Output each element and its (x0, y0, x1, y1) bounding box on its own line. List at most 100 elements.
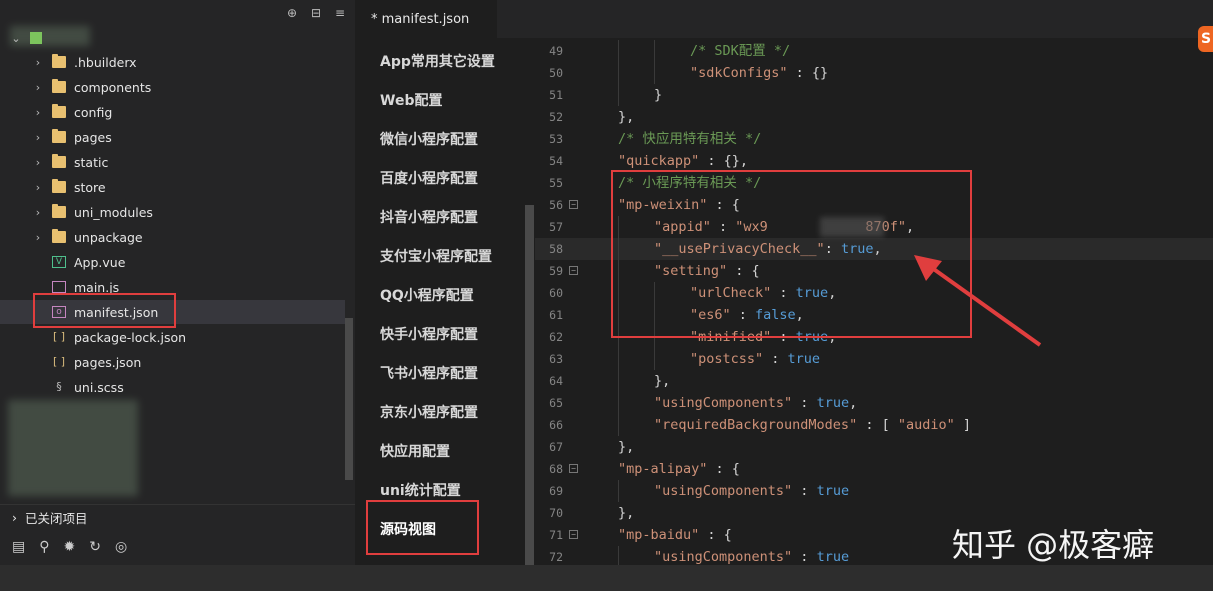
tree-item-label: store (74, 179, 106, 195)
tree-item-package-lock-json[interactable]: [ ] package-lock.json (0, 325, 186, 349)
fold-toggle-icon[interactable]: − (569, 200, 578, 209)
tree-item-components[interactable]: › components (0, 75, 151, 99)
nav-item-0[interactable]: App常用其它设置 (380, 51, 495, 71)
tree-item-label: config (74, 104, 113, 120)
code-text: /* SDK配置 */ (690, 43, 791, 59)
tree-item-label: static (74, 154, 109, 170)
folder-icon (52, 204, 66, 218)
code-text: }, (618, 505, 635, 521)
annotation-arrow (914, 255, 1042, 347)
nav-item-6[interactable]: QQ小程序配置 (380, 285, 474, 305)
folder-icon (52, 129, 66, 143)
line-number: 63 (549, 352, 563, 366)
explorer-scrollbar[interactable] (345, 318, 353, 480)
code-line: 65 "usingComponents" : true, (535, 392, 1213, 414)
line-number: 70 (549, 506, 563, 520)
search-icon[interactable]: ⚲ (39, 539, 49, 555)
tree-item-config[interactable]: › config (0, 100, 112, 124)
project-root[interactable]: ⌄ (0, 26, 50, 50)
code-text: }, (618, 439, 635, 455)
code-text: "quickapp" : {}, (618, 153, 749, 169)
code-line: 68− "mp-alipay" : { (535, 458, 1213, 480)
line-number: 59 (549, 264, 563, 278)
manifest-config-nav: App常用其它设置 Web配置微信小程序配置 百度小程序配置 抖音小程序配置 支付宝小程… (355, 38, 535, 565)
tab-manifest-json[interactable]: * manifest.json (355, 0, 497, 38)
code-line: 66 "requiredBackgroundModes" : [ "audio" … (535, 414, 1213, 436)
nav-item-7[interactable]: 快手小程序配置 (380, 324, 478, 344)
tree-item-app-vue[interactable]: V App.vue (0, 250, 125, 274)
nav-item-8[interactable]: 飞书小程序配置 (380, 363, 478, 383)
folder-icon (52, 229, 66, 243)
json-file-icon: [ ] (52, 355, 66, 368)
nav-item-9[interactable]: 京东小程序配置 (380, 402, 478, 422)
tree-item-static[interactable]: › static (0, 150, 108, 174)
tree-item-label: package-lock.json (74, 329, 187, 345)
chevron-right-icon: › (35, 155, 41, 169)
annotation-box-manifest (33, 293, 176, 328)
tree-item-uni-modules[interactable]: › uni_modules (0, 200, 153, 224)
nav-scrollbar[interactable] (525, 205, 534, 565)
locate-icon[interactable]: ⊕ (285, 6, 299, 20)
plugin-icon[interactable]: ◎ (115, 539, 127, 555)
code-text: }, (654, 373, 671, 389)
tree-item-label: App.vue (74, 254, 126, 270)
nav-item-11[interactable]: uni统计配置 (380, 480, 461, 500)
closed-projects-section[interactable]: › 已关闭项目 (0, 504, 355, 530)
collapse-all-icon[interactable]: ⊟ (309, 6, 323, 20)
tree-item-label: components (74, 79, 152, 95)
nav-item-3[interactable]: 百度小程序配置 (380, 168, 478, 188)
tree-item-uni-scss[interactable]: § uni.scss (0, 375, 124, 399)
chevron-right-icon: › (35, 180, 41, 194)
line-number: 69 (549, 484, 563, 498)
code-text: "usingComponents" : true, (654, 395, 858, 411)
line-number: 72 (549, 550, 563, 564)
chevron-right-icon: › (35, 55, 41, 69)
line-number: 61 (549, 308, 563, 322)
line-number: 50 (549, 66, 563, 80)
nav-item-1[interactable]: Web配置 (380, 90, 442, 110)
line-number: 54 (549, 154, 563, 168)
line-number: 68 (549, 462, 563, 476)
tree-item-label: .hbuilderx (74, 54, 137, 70)
code-text: "postcss" : true (690, 351, 821, 367)
fold-toggle-icon[interactable]: − (569, 530, 578, 539)
fold-toggle-icon[interactable]: − (569, 266, 578, 275)
code-line: 53 /* 快应用特有相关 */ (535, 128, 1213, 150)
menu-icon[interactable]: ≡ (333, 6, 347, 20)
nav-item-5[interactable]: 支付宝小程序配置 (380, 246, 492, 266)
folder-icon (52, 54, 66, 68)
code-text: /* 快应用特有相关 */ (618, 131, 762, 147)
tree-item-pages[interactable]: › pages (0, 125, 112, 149)
tree-item-pages-json[interactable]: [ ] pages.json (0, 350, 141, 374)
code-line: 49 /* SDK配置 */ (535, 40, 1213, 62)
line-number: 53 (549, 132, 563, 146)
line-number: 49 (549, 44, 563, 58)
line-number: 51 (549, 88, 563, 102)
line-number: 57 (549, 220, 563, 234)
source-control-icon[interactable]: ↻ (89, 539, 101, 555)
watermark: 知乎 @极客癖 (952, 526, 1155, 564)
chevron-down-icon: ⌄ (11, 31, 21, 45)
js-file-icon (52, 281, 66, 293)
line-number: 71 (549, 528, 563, 542)
tree-item-hbuilderx[interactable]: › .hbuilderx (0, 50, 137, 74)
nav-item-10[interactable]: 快应用配置 (380, 441, 450, 461)
line-number: 55 (549, 176, 563, 190)
nav-item-4[interactable]: 抖音小程序配置 (380, 207, 478, 227)
tree-item-label: pages.json (74, 354, 142, 370)
code-text: "sdkConfigs" : {} (690, 65, 829, 81)
project-manager-icon[interactable]: ▤ (12, 539, 25, 555)
tree-item-label: uni.scss (74, 379, 124, 395)
debug-icon[interactable]: ✹ (64, 539, 76, 555)
code-text: "mp-baidu" : { (618, 527, 732, 543)
tree-item-unpackage[interactable]: › unpackage (0, 225, 143, 249)
json-file-icon: [ ] (52, 330, 66, 343)
tree-item-store[interactable]: › store (0, 175, 106, 199)
nav-item-2[interactable]: 微信小程序配置 (380, 129, 478, 149)
project-explorer: ⊕ ⊟ ≡ ⌄ › .hbuilderx › components › config › pag… (0, 0, 355, 565)
chevron-right-icon: › (35, 205, 41, 219)
folder-icon (52, 79, 66, 93)
tab-bar: * manifest.json (355, 0, 1213, 38)
fold-toggle-icon[interactable]: − (569, 464, 578, 473)
code-text: } (654, 87, 663, 103)
